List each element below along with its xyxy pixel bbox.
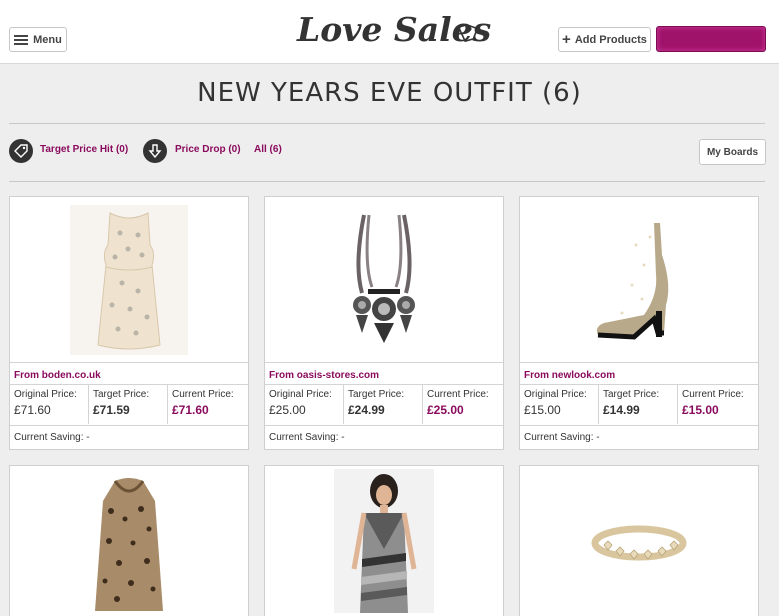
price-tag-icon	[457, 24, 477, 42]
target-price-cell[interactable]: Target Price: £71.59	[89, 385, 168, 424]
filter-price-drop[interactable]: Price Drop (0)	[175, 144, 241, 155]
glitter-ankle-boot-image	[584, 214, 694, 345]
menu-button[interactable]: Menu	[9, 27, 67, 52]
my-boards-button[interactable]: My Boards	[699, 139, 766, 165]
original-price-value: £15.00	[524, 403, 561, 417]
product-image[interactable]	[10, 466, 248, 616]
cream-dress-image	[70, 204, 188, 355]
current-price-value: £25.00	[427, 403, 464, 417]
statement-necklace-image	[334, 204, 434, 355]
filter-all[interactable]: All (6)	[254, 144, 282, 155]
product-card[interactable]: From oasis-stores.com Original Price: £2…	[264, 196, 504, 450]
product-card[interactable]: From newlook.com Original Price: £15.00 …	[519, 196, 759, 450]
original-price-label: Original Price:	[524, 389, 587, 400]
account-button[interactable]	[656, 26, 766, 52]
divider	[9, 181, 765, 182]
product-card[interactable]	[9, 465, 249, 616]
product-card[interactable]: From boden.co.uk Original Price: £71.60 …	[9, 196, 249, 450]
price-row: Original Price: £71.60 Target Price: £71…	[10, 384, 248, 424]
current-price-label: Current Price:	[172, 389, 234, 400]
target-price-value: £14.99	[603, 403, 640, 417]
add-products-button[interactable]: + Add Products	[558, 27, 651, 52]
product-image[interactable]	[520, 466, 758, 616]
current-price-cell: Current Price: £71.60	[168, 385, 248, 424]
target-price-label: Target Price:	[603, 389, 660, 400]
original-price-label: Original Price:	[14, 389, 77, 400]
current-price-cell: Current Price: £15.00	[678, 385, 758, 424]
divider	[9, 123, 765, 124]
target-price-cell[interactable]: Target Price: £14.99	[599, 385, 678, 424]
original-price-cell: Original Price: £71.60	[10, 385, 89, 424]
product-source-link[interactable]: From boden.co.uk	[10, 362, 248, 384]
current-saving: Current Saving: -	[520, 425, 758, 449]
leopard-fur-coat-image	[89, 471, 169, 611]
gold-heart-bracelet-image	[584, 511, 694, 571]
filter-target-price-hit[interactable]: Target Price Hit (0)	[40, 144, 128, 155]
product-card[interactable]	[519, 465, 759, 616]
product-source-link[interactable]: From newlook.com	[520, 362, 758, 384]
product-source-link[interactable]: From oasis-stores.com	[265, 362, 503, 384]
current-price-value: £71.60	[172, 403, 209, 417]
target-price-cell[interactable]: Target Price: £24.99	[344, 385, 423, 424]
original-price-cell: Original Price: £25.00	[265, 385, 344, 424]
current-price-cell: Current Price: £25.00	[423, 385, 503, 424]
price-tag-filter-icon[interactable]	[9, 139, 33, 163]
page-title: NEW YEARS EVE OUTFIT (6)	[197, 78, 582, 108]
price-row: Original Price: £15.00 Target Price: £14…	[520, 384, 758, 424]
target-price-label: Target Price:	[93, 389, 150, 400]
current-price-value: £15.00	[682, 403, 719, 417]
target-price-value: £24.99	[348, 403, 385, 417]
add-products-label: Add Products	[574, 33, 647, 46]
original-price-value: £25.00	[269, 403, 306, 417]
price-row: Original Price: £25.00 Target Price: £24…	[265, 384, 503, 424]
target-price-value: £71.59	[93, 403, 130, 417]
current-saving: Current Saving: -	[265, 425, 503, 449]
menu-label: Menu	[33, 33, 62, 46]
current-price-label: Current Price:	[427, 389, 489, 400]
original-price-cell: Original Price: £15.00	[520, 385, 599, 424]
bandage-dress-model-image	[334, 469, 434, 613]
logo[interactable]: Love Sales	[297, 10, 491, 54]
original-price-value: £71.60	[14, 403, 51, 417]
current-price-label: Current Price:	[682, 389, 744, 400]
plus-icon: +	[562, 31, 571, 48]
arrow-down-filter-icon[interactable]	[143, 139, 167, 163]
current-saving: Current Saving: -	[10, 425, 248, 449]
target-price-label: Target Price:	[348, 389, 405, 400]
product-image[interactable]	[10, 197, 248, 362]
product-card[interactable]	[264, 465, 504, 616]
original-price-label: Original Price:	[269, 389, 332, 400]
product-image[interactable]	[265, 466, 503, 616]
product-image[interactable]	[520, 197, 758, 362]
top-bar: Menu Love Sales + Add Products	[0, 0, 779, 64]
hamburger-icon	[14, 34, 29, 45]
product-image[interactable]	[265, 197, 503, 362]
